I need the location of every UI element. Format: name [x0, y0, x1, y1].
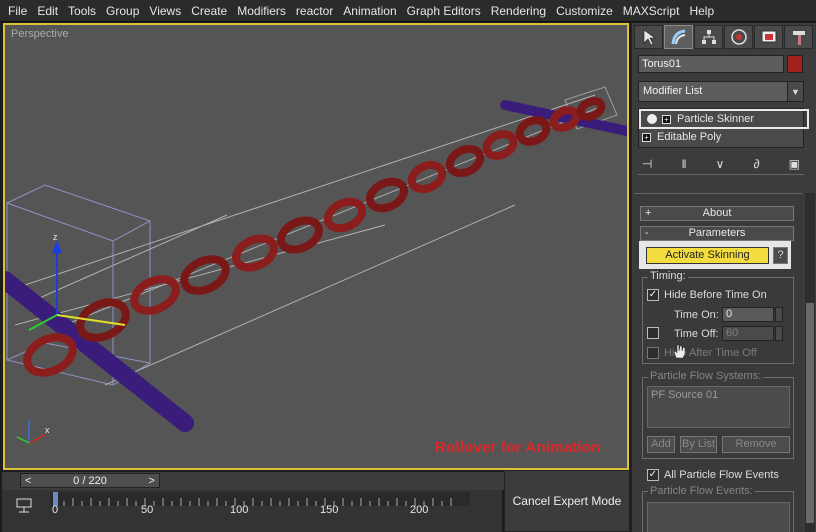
display-icon: [761, 30, 776, 43]
command-panel-scrollbar[interactable]: [805, 193, 815, 532]
bend-modify-icon: [671, 29, 685, 45]
pf-events-label: Particle Flow Events:: [648, 485, 755, 497]
mini-curve-editor-icon[interactable]: [14, 496, 36, 514]
list-item[interactable]: PF Source 01: [651, 389, 718, 401]
time-off-spinner[interactable]: 60: [722, 326, 774, 341]
prev-frame-button[interactable]: <: [25, 475, 31, 487]
command-panel-tabs: [634, 25, 815, 49]
menu-tools[interactable]: Tools: [63, 0, 101, 22]
help-button[interactable]: ?: [773, 247, 788, 264]
pf-systems-label: Particle Flow Systems:: [648, 370, 764, 382]
menu-modifiers[interactable]: Modifiers: [232, 0, 291, 22]
tick-label-200: 200: [410, 504, 429, 516]
time-slider[interactable]: < 0 / 220 >: [20, 473, 160, 488]
menu-graph-editors[interactable]: Graph Editors: [402, 0, 486, 22]
pf-systems-list[interactable]: PF Source 01: [647, 386, 790, 428]
by-list-button[interactable]: By List: [680, 436, 717, 453]
frame-ruler[interactable]: [50, 492, 470, 506]
rollover-caption: Rollover for Animation: [435, 439, 601, 456]
all-pf-events-label: All Particle Flow Events: [664, 469, 779, 481]
viewport-scene: z x: [5, 86, 627, 444]
time-off-label: Time Off:: [674, 328, 719, 340]
hierarchy-icon: [701, 30, 716, 44]
stack-item-label: Editable Poly: [657, 131, 722, 143]
object-name-field[interactable]: Torus01: [638, 55, 784, 73]
menu-maxscript[interactable]: MAXScript: [618, 0, 685, 22]
hide-before-label: Hide Before Time On: [664, 289, 767, 301]
add-button[interactable]: Add: [647, 436, 675, 453]
arrow-create-icon: [643, 29, 656, 46]
perspective-viewport[interactable]: z x Perspective Rollover for Animation: [3, 23, 629, 470]
pin-stack-icon[interactable]: ⊣: [642, 157, 652, 171]
hierarchy-tab[interactable]: [694, 25, 723, 49]
modifier-list-dropdown[interactable]: Modifier List ▼: [638, 81, 804, 102]
utilities-tab[interactable]: [784, 25, 813, 49]
make-unique-icon[interactable]: ∨: [716, 157, 725, 171]
tick-label-100: 100: [230, 504, 249, 516]
stack-toolbar: ⊣ ‖ ∨ ∂ ▣: [638, 153, 804, 175]
object-color-swatch[interactable]: [787, 55, 803, 73]
hide-after-checkbox[interactable]: [647, 347, 659, 359]
hand-cursor-icon: [673, 344, 686, 359]
time-off-checkbox[interactable]: [647, 327, 659, 339]
create-tab[interactable]: [634, 25, 663, 49]
show-end-result-icon[interactable]: ‖: [682, 157, 687, 171]
parameters-rollout-header[interactable]: - Parameters: [640, 226, 794, 241]
tick-label-0: 0: [52, 504, 59, 516]
pf-events-list[interactable]: [647, 502, 790, 532]
modify-tab[interactable]: [664, 25, 693, 49]
all-pf-events-checkbox[interactable]: ✓: [647, 469, 659, 481]
command-panel: Torus01 Modifier List ▼ + Particle Skinn…: [631, 23, 816, 532]
tick-label-150: 150: [320, 504, 339, 516]
tick-label-50: 50: [141, 504, 154, 516]
about-rollout-header[interactable]: + About: [640, 206, 794, 221]
expand-plus-icon[interactable]: +: [642, 132, 651, 142]
menu-animation[interactable]: Animation: [338, 0, 401, 22]
motion-tab[interactable]: [724, 25, 753, 49]
utilities-hammer-icon: [792, 31, 805, 45]
menu-bar: File Edit Tools Group Views Create Modif…: [0, 0, 816, 22]
remove-button[interactable]: Remove: [722, 436, 790, 453]
cancel-expert-mode-button[interactable]: Cancel Expert Mode: [504, 470, 630, 532]
modifier-stack: + Particle Skinner + Editable Poly: [638, 108, 809, 148]
stack-item-editable-poly[interactable]: + Editable Poly: [642, 129, 721, 145]
activate-skinning-button[interactable]: Activate Skinning: [646, 247, 769, 264]
time-on-label: Time On:: [674, 309, 719, 321]
stack-item-particle-skinner[interactable]: + Particle Skinner: [647, 111, 754, 127]
modifier-list-label: Modifier List: [643, 85, 703, 97]
stack-item-label: Particle Skinner: [677, 113, 755, 125]
expand-plus-icon[interactable]: +: [662, 114, 671, 124]
menu-create[interactable]: Create: [186, 0, 232, 22]
remove-modifier-icon[interactable]: ∂: [754, 157, 760, 171]
motion-icon: [730, 29, 747, 45]
frame-counter: 0 / 220: [73, 474, 107, 487]
menu-reactor[interactable]: reactor: [291, 0, 338, 22]
menu-help[interactable]: Help: [684, 0, 719, 22]
rollout-area: + About - Parameters Activate Skinning ?…: [634, 193, 802, 532]
menu-file[interactable]: File: [3, 0, 32, 22]
display-tab[interactable]: [754, 25, 783, 49]
chevron-down-icon[interactable]: ▼: [787, 82, 803, 101]
menu-edit[interactable]: Edit: [32, 0, 63, 22]
next-frame-button[interactable]: >: [149, 475, 155, 487]
menu-views[interactable]: Views: [144, 0, 186, 22]
viewport-label[interactable]: Perspective: [11, 28, 68, 40]
lightbulb-icon[interactable]: [647, 114, 657, 124]
menu-rendering[interactable]: Rendering: [486, 0, 551, 22]
axis-z-label: z: [53, 232, 58, 242]
axis-x-label: x: [45, 425, 50, 435]
timing-label: Timing:: [648, 270, 688, 282]
configure-sets-icon[interactable]: ▣: [789, 157, 800, 171]
time-on-spinner[interactable]: 0: [722, 307, 774, 322]
time-off-spinner-arrows[interactable]: [775, 326, 783, 341]
track-bar[interactable]: 0 50 100 150 200: [2, 490, 502, 532]
time-on-spinner-arrows[interactable]: [775, 307, 783, 322]
menu-customize[interactable]: Customize: [551, 0, 618, 22]
hide-before-checkbox[interactable]: ✓: [647, 289, 659, 301]
menu-group[interactable]: Group: [101, 0, 144, 22]
scrollbar-thumb[interactable]: [806, 303, 814, 523]
